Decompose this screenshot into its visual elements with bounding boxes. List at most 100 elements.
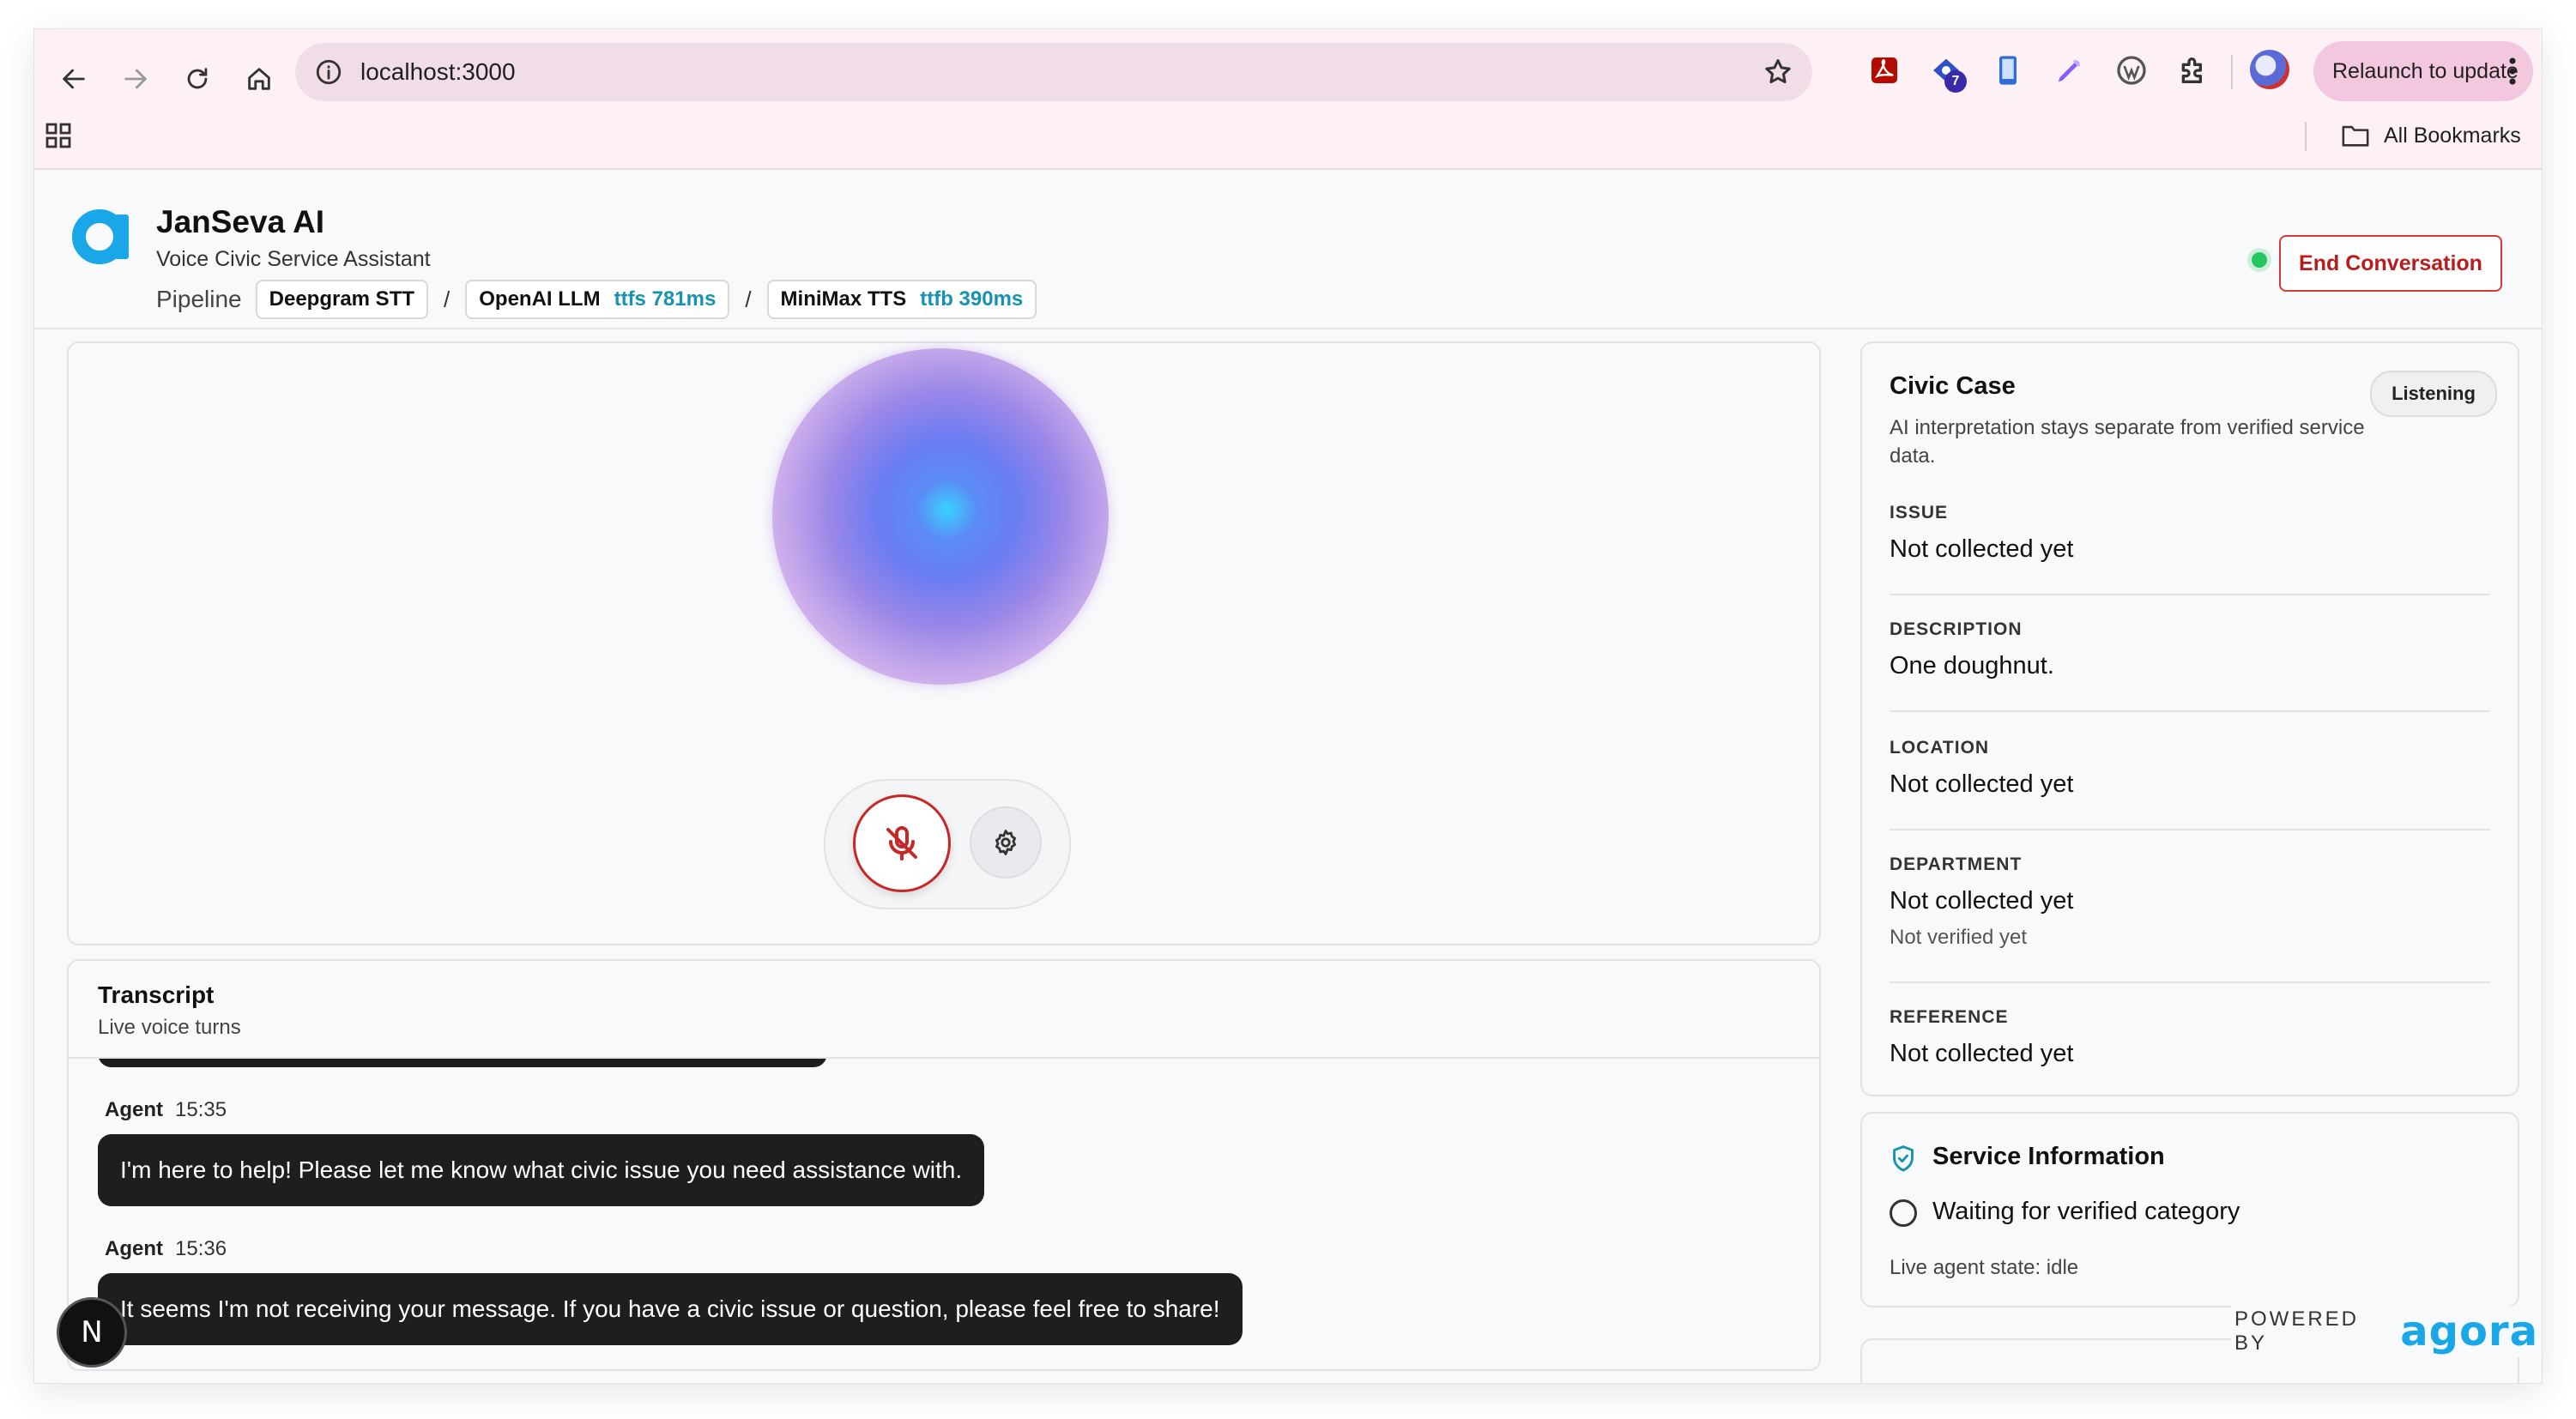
field-label: DEPARTMENT (1890, 854, 2023, 874)
case-field-reference: REFERENCE Not collected yet (1890, 1007, 2490, 1068)
shield-check-icon (1893, 1145, 1914, 1172)
pipeline-chip-name: MiniMax TTS (780, 287, 907, 311)
field-value: Not collected yet (1890, 770, 2074, 798)
settings-button[interactable] (970, 806, 1042, 879)
pipeline-separator: / (444, 286, 450, 312)
service-information-panel: Service Information Waiting for verified… (1860, 1112, 2519, 1307)
field-label: REFERENCE (1890, 1007, 2009, 1027)
address-url[interactable]: localhost:3000 (360, 55, 516, 89)
case-field-description: DESCRIPTION One doughnut. (1890, 619, 2490, 680)
field-value: Not collected yet (1890, 1040, 2074, 1067)
reload-icon (187, 68, 208, 89)
browser-window: localhost:3000 7 Relaunch to update All … (34, 29, 2542, 1383)
apps-grid-icon[interactable] (45, 122, 72, 149)
app-subtitle: Voice Civic Service Assistant (156, 247, 431, 271)
toolbar-separator (2231, 55, 2233, 89)
extension-badge: 7 (1944, 70, 1967, 93)
grammar-extension-icon[interactable]: 7 (1924, 48, 1968, 93)
pipeline-chip-llm: OpenAI LLM ttfs 781ms (465, 280, 730, 319)
message-time: 15:36 (175, 1237, 227, 1260)
phone-extension-icon[interactable] (1986, 48, 2030, 93)
bookmark-star-icon[interactable] (1763, 57, 1793, 88)
voice-controls (824, 779, 1071, 909)
pipeline-chip-name: OpenAI LLM (479, 287, 601, 311)
connection-status-dot (2252, 252, 2267, 268)
pipeline-chip-name: Deepgram STT (269, 287, 415, 311)
field-divider (1890, 981, 2490, 983)
case-field-issue: ISSUE Not collected yet (1890, 503, 2490, 564)
service-info-title: Service Information (1932, 1143, 2165, 1170)
arrow-right-icon (124, 69, 147, 89)
field-divider (1890, 829, 2490, 830)
case-field-department: DEPARTMENT Not collected yet Not verifie… (1890, 854, 2490, 950)
pipeline-chip-stt: Deepgram STT (255, 280, 429, 319)
field-value: Not collected yet (1890, 887, 2074, 915)
extensions-puzzle-icon[interactable] (2171, 48, 2216, 93)
field-label: ISSUE (1890, 503, 1949, 522)
message-bubble: I'm here to help! Please let me know wha… (98, 1134, 985, 1206)
gear-icon (995, 830, 1017, 855)
bookmarks-separator (2305, 122, 2307, 151)
agent-state-text: Live agent state: idle (1890, 1256, 2079, 1279)
field-value: Not collected yet (1890, 535, 2074, 563)
relaunch-button[interactable]: Relaunch to update (2313, 41, 2533, 101)
all-bookmarks-button[interactable]: All Bookmarks (2341, 118, 2521, 153)
dev-tools-badge[interactable]: N (57, 1297, 127, 1368)
voice-stage-panel (67, 341, 1821, 945)
transcript-title: Transcript (98, 981, 215, 1008)
forward-button[interactable] (112, 55, 160, 103)
case-field-location: LOCATION Not collected yet (1890, 738, 2490, 799)
wordpress-extension-icon[interactable] (2109, 48, 2154, 93)
message-meta: Agent 15:35 (105, 1098, 227, 1122)
pending-circle-icon (1890, 1199, 1917, 1227)
message-meta: Agent 15:36 (105, 1237, 227, 1261)
pipeline-chip-tts: MiniMax TTS ttfb 390ms (766, 280, 1037, 319)
field-value: One doughnut. (1890, 652, 2054, 679)
message-time: 15:35 (175, 1098, 227, 1121)
transcript-scroll-area[interactable]: Agent 15:35 I'm here to help! Please let … (69, 1059, 1819, 1369)
app-title: JanSeva AI (156, 204, 325, 239)
voice-orb-visualizer (772, 348, 1109, 685)
civic-case-title: Civic Case (1890, 372, 2016, 400)
folder-icon (2342, 125, 2369, 147)
powered-by-label: POWERED BY (2234, 1307, 2360, 1355)
civic-case-panel: Civic Case AI interpretation stays separ… (1860, 341, 2519, 1096)
pdf-extension-icon[interactable] (1862, 48, 1907, 93)
pipeline-bar: Pipeline Deepgram STT / OpenAI LLM ttfs … (156, 280, 1037, 319)
message-bubble (98, 1059, 827, 1067)
field-label: LOCATION (1890, 738, 1990, 758)
profile-avatar[interactable] (2250, 50, 2289, 89)
pen-extension-icon[interactable] (2047, 48, 2092, 93)
field-note: Not verified yet (1890, 926, 2028, 949)
app-header: JanSeva AI Voice Civic Service Assistant… (34, 170, 2542, 329)
browser-toolbar: localhost:3000 7 Relaunch to update All … (34, 29, 2542, 170)
service-waiting-text: Waiting for verified category (1932, 1198, 2240, 1225)
field-divider (1890, 710, 2490, 712)
civic-case-description: AI interpretation stays separate from ve… (1890, 416, 2365, 468)
status-badge: Listening (2370, 371, 2497, 417)
kebab-menu-icon[interactable] (2509, 57, 2516, 86)
transcript-header: Transcript Live voice turns (69, 961, 1819, 1059)
home-button[interactable] (235, 55, 283, 103)
field-divider (1890, 594, 2490, 595)
back-button[interactable] (50, 55, 98, 103)
all-bookmarks-label: All Bookmarks (2384, 123, 2521, 148)
message-speaker: Agent (105, 1098, 163, 1121)
app-logo-icon (72, 209, 129, 264)
reload-button[interactable] (173, 55, 221, 103)
message-bubble: It seems I'm not receiving your message.… (98, 1273, 1243, 1345)
address-bar[interactable]: localhost:3000 (295, 43, 1812, 101)
home-icon (248, 68, 270, 90)
mic-off-icon (886, 826, 917, 860)
pipeline-chip-metric: ttfb 390ms (920, 287, 1024, 311)
powered-by: POWERED BY agora (2231, 1306, 2542, 1357)
end-conversation-button[interactable]: End Conversation (2279, 235, 2502, 292)
relaunch-label: Relaunch to update (2332, 58, 2519, 83)
transcript-subtitle: Live voice turns (98, 1016, 241, 1039)
mute-microphone-button[interactable] (853, 794, 951, 892)
pipeline-separator: / (745, 286, 752, 312)
field-label: DESCRIPTION (1890, 619, 2023, 639)
pipeline-chip-metric: ttfs 781ms (614, 287, 717, 311)
message-speaker: Agent (105, 1237, 163, 1260)
site-info-icon[interactable] (314, 57, 343, 87)
